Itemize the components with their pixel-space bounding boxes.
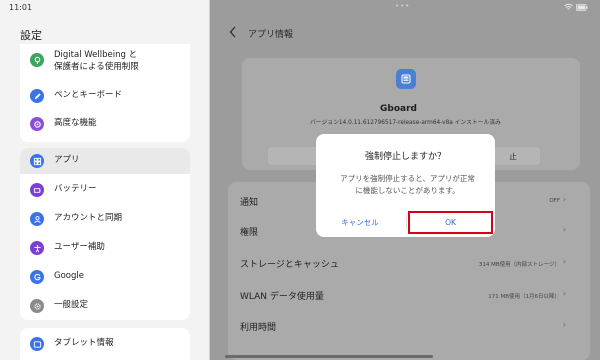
account-icon — [30, 212, 44, 226]
sidebar-item-label: ユーザー補助 — [54, 242, 105, 253]
page-title: アプリ情報 — [248, 30, 294, 40]
sidebar-item-pen-keyboard[interactable]: ペンとキーボード — [20, 84, 190, 108]
battery-icon — [30, 183, 44, 197]
sidebar-item-general-settings[interactable]: 一般設定 — [20, 293, 190, 319]
sidebar-item-label: アプリ — [54, 155, 80, 166]
dialog-message: アプリを強制停止すると、アプリが正常 に機能しないことがあります。 — [326, 173, 489, 196]
force-stop-dialog: 強制停止しますか？ アプリを強制停止すると、アプリが正常 に機能しないことがあり… — [316, 134, 495, 237]
dialog-message-line: に機能しないことがあります。 — [355, 185, 460, 195]
sidebar-item-accessibility[interactable]: ユーザー補助 — [20, 235, 190, 261]
gboard-app-icon — [396, 69, 416, 89]
force-stop-button-label: 止 — [509, 151, 517, 161]
chevron-right-icon: › — [562, 195, 566, 204]
back-arrow-icon[interactable] — [228, 25, 238, 39]
sidebar-item-label: Digital Wellbeing と — [54, 50, 138, 61]
chevron-right-icon: › — [562, 225, 566, 234]
gear-icon — [30, 299, 44, 313]
cancel-button[interactable]: キャンセル — [316, 210, 404, 234]
sidebar-item-label: 高度な機能 — [54, 118, 97, 129]
storage-value: 314 MB使用（内部ストレージ） — [478, 262, 560, 268]
pen-icon — [30, 89, 44, 103]
list-item-screen-time[interactable]: 利用時間 — [240, 320, 276, 333]
chevron-right-icon: › — [562, 257, 566, 266]
settings-group-main: アプリ バッテリー アカウントと同期 ユーザー補助 Google 一般設定 — [20, 148, 190, 320]
settings-group-bottom: タブレット情報 — [20, 328, 190, 360]
sidebar-item-advanced-features[interactable]: 高度な機能 — [20, 112, 190, 136]
sidebar-item-battery[interactable]: バッテリー — [20, 177, 190, 203]
google-icon — [30, 270, 44, 284]
settings-group-top: Digital Wellbeing と 保護者による使用制限 ペンとキーボード … — [20, 44, 190, 142]
sidebar-item-label: Google — [54, 271, 84, 282]
chevron-right-icon: › — [562, 320, 566, 329]
wellbeing-icon — [30, 53, 44, 67]
sidebar-item-tablet-info[interactable]: タブレット情報 — [20, 331, 190, 357]
multitask-handle[interactable]: ••• — [395, 2, 410, 10]
home-indicator[interactable] — [225, 355, 433, 358]
dialog-title: 強制停止しますか？ — [364, 152, 446, 162]
settings-pane: 11:01 設定 Digital Wellbeing と 保護者による使用制限 … — [0, 0, 210, 360]
notifications-value: OFF — [549, 198, 560, 204]
sidebar-item-digital-wellbeing[interactable]: Digital Wellbeing と 保護者による使用制限 — [20, 46, 190, 78]
battery-status-icon — [576, 3, 588, 11]
chevron-right-icon: › — [562, 289, 566, 298]
app-version: バージョン14.0.11.612796517-release-arm64-v8a… — [310, 120, 501, 126]
app-name: Gboard — [380, 104, 417, 114]
list-item-wlan-data[interactable]: WLAN データ使用量 — [240, 289, 324, 302]
sidebar-item-label: 保護者による使用制限 — [54, 62, 139, 72]
page-title: 設定 — [20, 29, 42, 42]
sidebar-item-accounts[interactable]: アカウントと同期 — [20, 206, 190, 232]
sidebar-item-label: ペンとキーボード — [54, 90, 123, 101]
wifi-icon — [564, 3, 573, 10]
list-item-permissions[interactable]: 権限 — [240, 225, 258, 238]
apps-icon — [30, 154, 44, 168]
wlan-data-value: 171 MB使用（1月6日以降） — [488, 294, 560, 300]
sidebar-item-label: タブレット情報 — [54, 338, 114, 349]
system-status-icons — [564, 3, 588, 11]
sidebar-item-label: 一般設定 — [54, 300, 89, 311]
ok-button[interactable]: OK — [408, 211, 493, 234]
tablet-icon — [30, 337, 44, 351]
sidebar-item-google[interactable]: Google — [20, 264, 190, 290]
sidebar-item-label: アカウントと同期 — [54, 213, 123, 224]
sidebar-item-apps[interactable]: アプリ — [20, 148, 190, 174]
list-item-notifications[interactable]: 通知 — [240, 195, 258, 208]
dialog-message-line: アプリを強制停止すると、アプリが正常 — [340, 174, 475, 183]
accessibility-icon — [30, 241, 44, 255]
sidebar-item-label: バッテリー — [54, 184, 97, 195]
advanced-features-icon — [30, 117, 44, 131]
status-time: 11:01 — [9, 3, 33, 12]
button-divider — [406, 214, 407, 230]
list-item-storage[interactable]: ストレージとキャッシュ — [240, 257, 339, 270]
